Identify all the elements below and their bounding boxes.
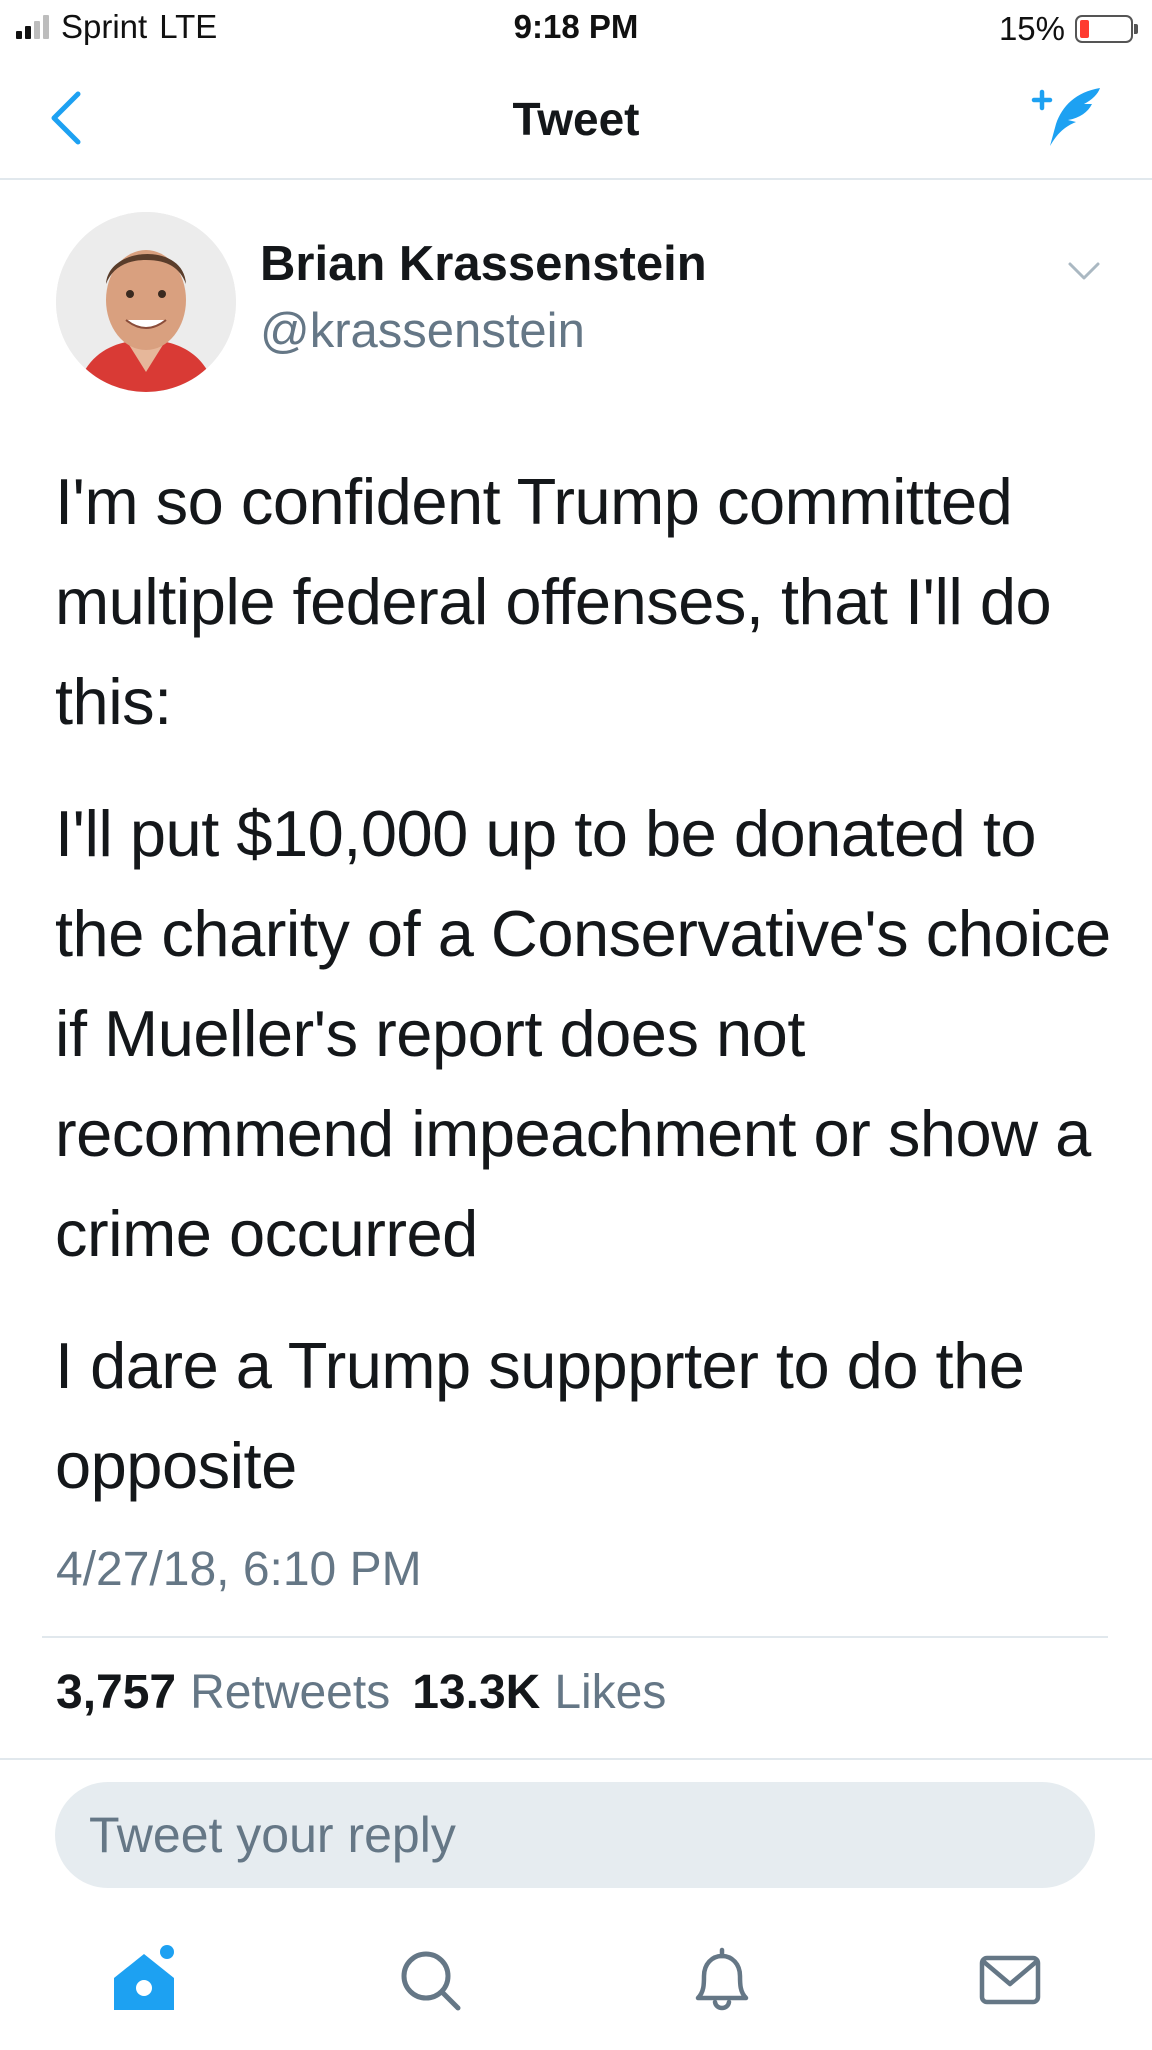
tweet-text: I'm so confident Trump committed multipl…: [55, 452, 1115, 1548]
chevron-down-icon: [1068, 262, 1100, 280]
likes-stat[interactable]: 13.3K Likes: [412, 1665, 666, 1720]
tab-messages[interactable]: [970, 1940, 1050, 2020]
notifications-icon: [695, 1947, 749, 2011]
battery-icon: [1075, 15, 1133, 43]
likes-label: Likes: [554, 1666, 667, 1719]
tweet-stats: 3,757 Retweets 13.3K Likes: [56, 1665, 688, 1720]
divider: [42, 1636, 1108, 1638]
reply-input[interactable]: Tweet your reply: [55, 1782, 1095, 1888]
search-icon: [401, 1951, 461, 2011]
retweets-stat[interactable]: 3,757 Retweets: [56, 1665, 390, 1720]
tab-bar: [0, 1920, 1152, 2048]
compose-button[interactable]: [1028, 84, 1104, 154]
tweet-paragraph: I dare a Trump suppprter to do the oppos…: [55, 1329, 1025, 1502]
likes-count: 13.3K: [412, 1666, 541, 1719]
home-icon: [114, 1945, 174, 2010]
tweet-options-button[interactable]: [1064, 256, 1104, 286]
tab-home[interactable]: [104, 1940, 184, 2020]
nav-bar: Tweet: [0, 62, 1152, 180]
avatar-photo: [56, 212, 236, 392]
tweet-timestamp: 4/27/18, 6:10 PM: [56, 1543, 422, 1596]
reply-placeholder: Tweet your reply: [89, 1807, 456, 1863]
author-name[interactable]: Brian Krassenstein: [260, 236, 707, 292]
tweet-paragraph: I'll put $10,000 up to be donated to the…: [55, 797, 1111, 1270]
chevron-left-icon: [51, 91, 81, 145]
avatar[interactable]: [56, 212, 236, 392]
status-bar: Sprint LTE 9:18 PM 15%: [0, 0, 1152, 60]
battery-percent: 15%: [998, 10, 1065, 47]
status-time: 9:18 PM: [513, 8, 639, 45]
compose-feather-icon: [1031, 88, 1100, 146]
retweets-label: Retweets: [190, 1666, 391, 1719]
author-handle[interactable]: @krassenstein: [260, 303, 585, 359]
tab-notifications[interactable]: [682, 1940, 762, 2020]
back-button[interactable]: [44, 86, 88, 150]
messages-icon: [979, 1955, 1041, 2005]
tab-search[interactable]: [392, 1940, 472, 2020]
tweet-paragraph: I'm so confident Trump committed multipl…: [55, 465, 1052, 738]
battery-indicator: 15%: [999, 10, 1138, 48]
page-title: Tweet: [512, 93, 640, 145]
retweets-count: 3,757: [56, 1666, 177, 1719]
